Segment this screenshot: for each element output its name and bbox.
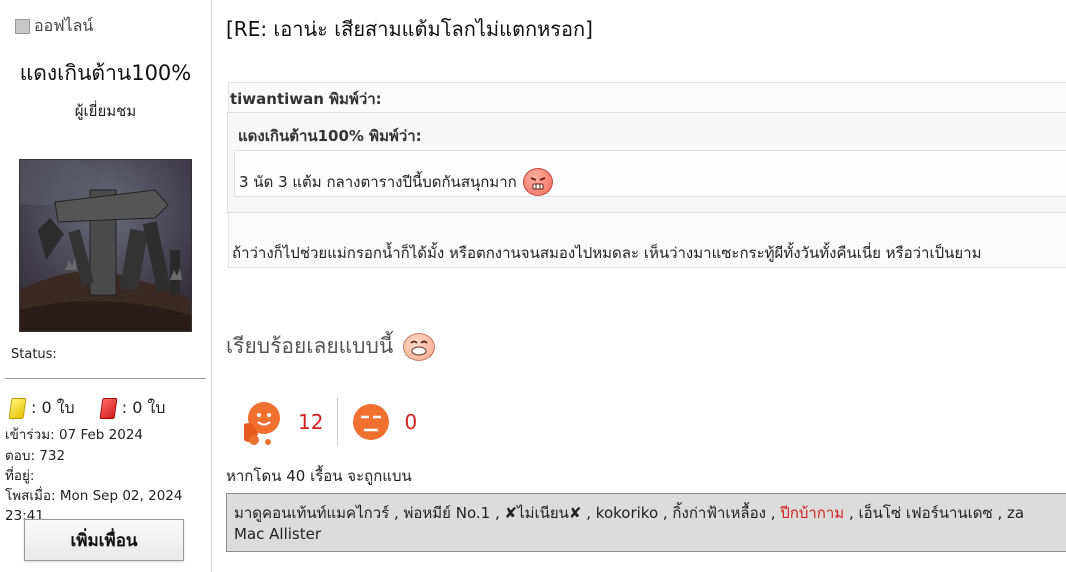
- laughing-face-icon: [403, 332, 436, 361]
- reply-text: เรียบร้อยเลยแบบนี้: [226, 334, 394, 358]
- card-counts: : 0 ใบ : 0 ใบ: [8, 396, 166, 421]
- dislike-count: 0: [404, 410, 418, 434]
- add-friend-button[interactable]: เพิ่มเพื่อน: [24, 519, 184, 561]
- liker-names-3[interactable]: , เอ็นโซ่ เฟอร์นานเดซ , za: [844, 504, 1024, 522]
- inner-quote-author: แดงเกินต้าน100% พิมพ์ว่า:: [238, 127, 422, 145]
- joined-date: เข้าร่วม: 07 Feb 2024: [5, 427, 144, 443]
- avatar[interactable]: [19, 159, 192, 332]
- likers-line-1: มาดูคอนเท้นท์แมคไกวร์ , พ่อหมีย์ No.1 , …: [234, 503, 1066, 524]
- user-sidebar: ออฟไลน์ แดงเกินต้าน100% ผู้เยี่ยมชม Stat…: [0, 0, 212, 572]
- yellow-card-icon: [8, 398, 27, 419]
- username[interactable]: แดงเกินต้าน100%: [0, 57, 211, 90]
- post-content: [RE: เอาน่ะ เสียสามแต้มโลกไม่แตกหรอก] ti…: [212, 0, 1066, 572]
- yellow-card-count: : 0 ใบ: [31, 398, 75, 417]
- reply-row: เรียบร้อยเลยแบบนี้: [226, 330, 436, 363]
- likers-line-2[interactable]: Mac Allister: [234, 524, 1066, 545]
- user-rank: ผู้เยี่ยมชม: [74, 102, 137, 120]
- liker-names-1[interactable]: มาดูคอนเท้นท์แมคไกวร์ , พ่อหมีย์ No.1 ,: [234, 504, 504, 522]
- dislike-reaction-icon[interactable]: [352, 403, 390, 441]
- location: ที่อยู่:: [5, 468, 35, 484]
- red-card-count: : 0 ใบ: [121, 398, 166, 417]
- avatar-image: [20, 160, 191, 331]
- online-status-label: ออฟไลน์: [34, 16, 94, 35]
- reply-count: ตอบ: 732: [5, 448, 66, 464]
- likers-list: มาดูคอนเท้นท์แมคไกวร์ , พ่อหมีย์ No.1 , …: [226, 493, 1066, 552]
- outer-quote-author: tiwantiwan พิมพ์ว่า:: [230, 90, 382, 108]
- x-mark-icon: ✘: [504, 504, 518, 522]
- inner-quote-text-row: 3 นัด 3 แต้ม กลางตารางปีนี้บดกันสนุกมาก: [239, 168, 553, 196]
- online-status: ออฟไลน์: [15, 14, 93, 39]
- red-card-icon: [99, 398, 118, 419]
- status-label: Status:: [11, 347, 57, 362]
- ban-notice: หากโดน 40 เรื้อน จะถูกแบน: [226, 467, 412, 485]
- liker-name-highlight[interactable]: ปีกบ้ากาม: [780, 504, 844, 522]
- inner-quote-text: 3 นัด 3 แต้ม กลางตารางปีนี้บดกันสนุกมาก: [239, 173, 517, 191]
- x-mark-icon: ✘: [568, 504, 582, 522]
- reaction-divider: [337, 398, 339, 446]
- post-title: [RE: เอาน่ะ เสียสามแต้มโลกไม่แตกหรอก]: [226, 17, 593, 41]
- angry-face-icon: [522, 168, 553, 196]
- liker-name-mainian[interactable]: ไม่เนียน: [517, 504, 569, 522]
- outer-quote-text: ถ้าว่างก็ไปช่วยแม่กรอกน้ำก็ได้มั้ง หรือต…: [232, 244, 982, 262]
- offline-indicator-icon: [15, 19, 30, 34]
- divider: [5, 378, 206, 379]
- like-reaction-icon[interactable]: [240, 400, 284, 445]
- liker-names-2[interactable]: , kokoriko , กิ้งก่าฟ้าเหลื้อง ,: [582, 504, 781, 522]
- like-count: 12: [298, 410, 324, 434]
- reaction-bar: 12 0: [240, 398, 431, 446]
